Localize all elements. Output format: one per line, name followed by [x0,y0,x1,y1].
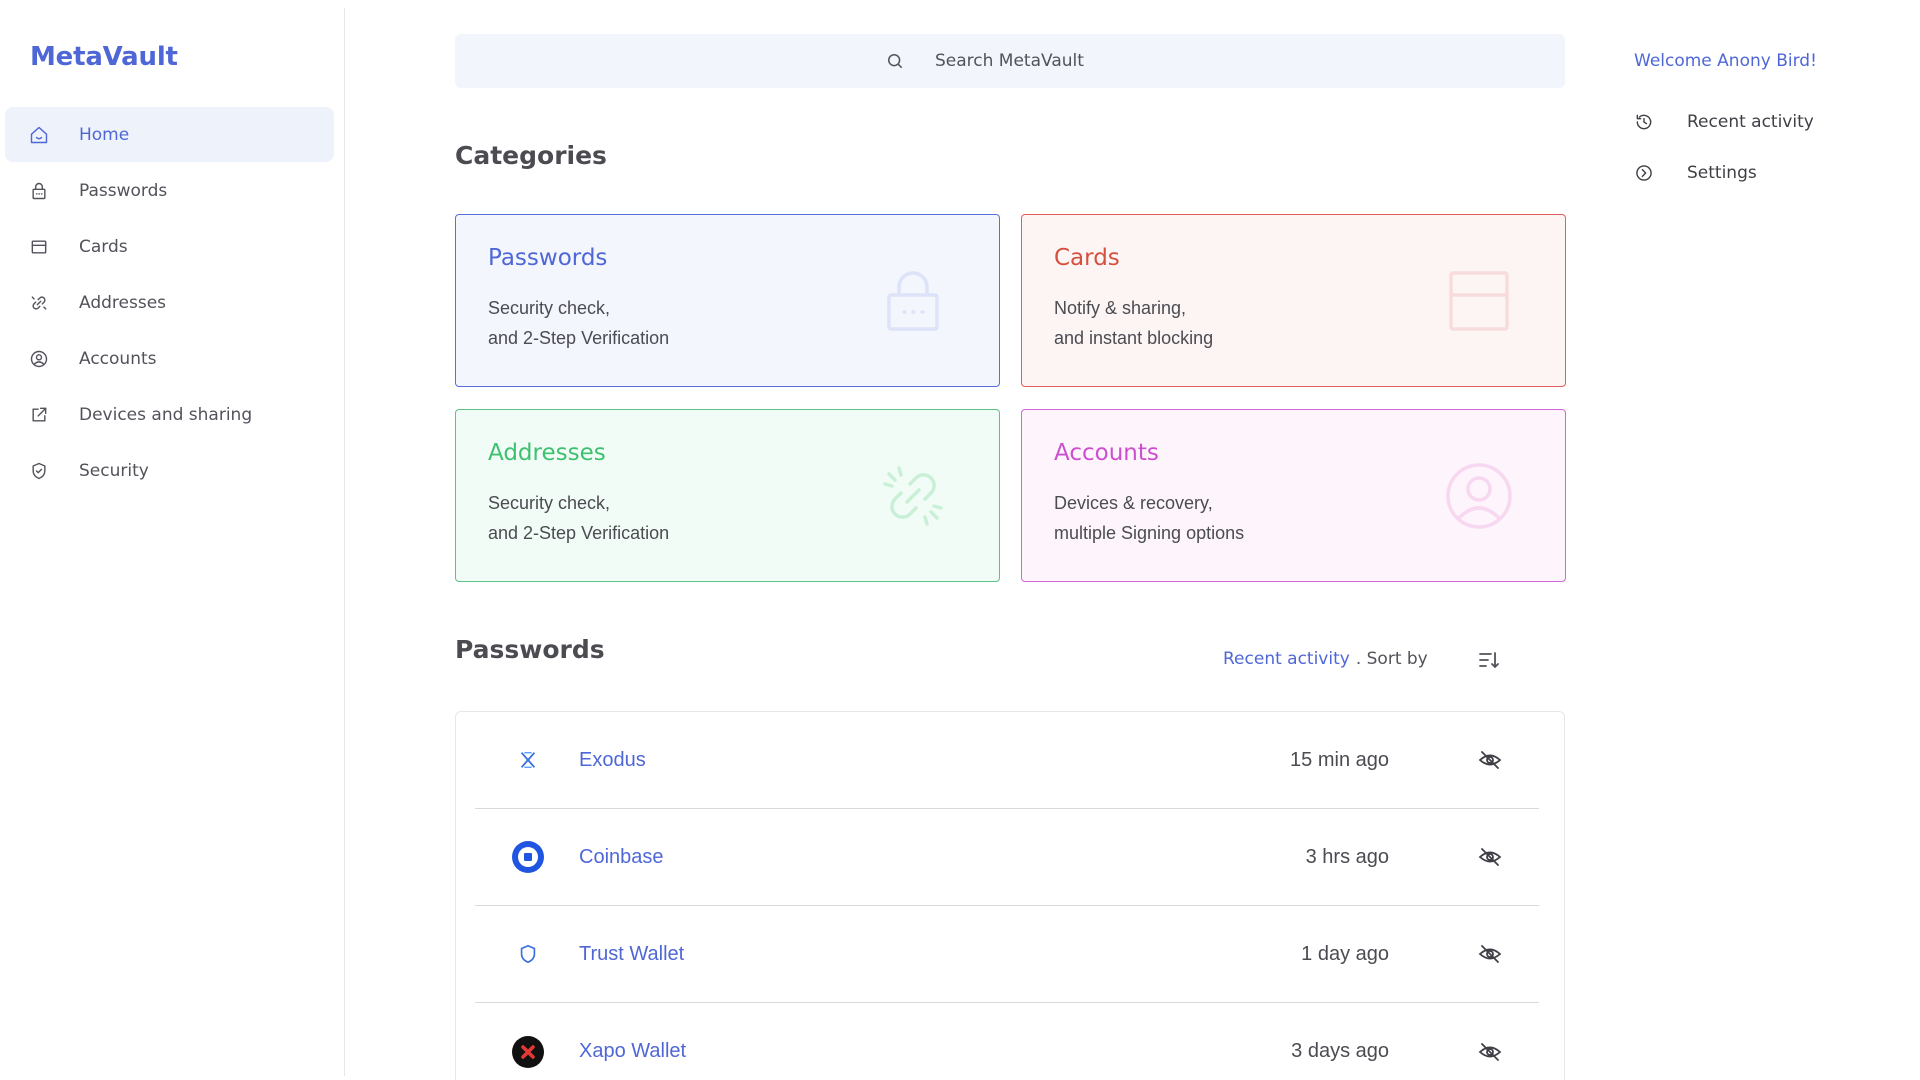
passwords-section-title: Passwords [455,635,605,664]
sidebar-item-label: Cards [79,236,128,257]
category-card-accounts[interactable]: Accounts Devices & recovery, multiple Si… [1021,409,1566,582]
password-time: 1 day ago [1301,942,1389,965]
eye-off-icon[interactable] [1477,1039,1503,1065]
link-icon [28,292,50,314]
search-input[interactable] [935,51,1135,71]
list-item[interactable]: Coinbase 3 hrs ago [475,809,1539,906]
trust-wallet-logo [511,937,545,971]
password-name[interactable]: Trust Wallet [579,943,684,966]
external-link-icon [28,404,50,426]
eye-off-icon[interactable] [1477,941,1503,967]
sidebar-item-addresses[interactable]: Addresses [5,275,334,330]
home-icon [28,124,50,146]
broken-link-icon [877,460,949,532]
eye-off-icon[interactable] [1477,844,1503,870]
list-item[interactable]: Trust Wallet 1 day ago [475,906,1539,1003]
lock-icon [28,180,50,202]
sort-recent-activity-link[interactable]: Recent activity [1223,649,1350,669]
eye-off-icon[interactable] [1477,747,1503,773]
password-name[interactable]: Exodus [579,749,646,772]
search-bar[interactable] [455,34,1565,88]
sidebar-nav: Home Passwords Cards Addresses Accounts … [5,107,334,499]
history-icon [1634,111,1656,133]
search-icon [885,51,905,71]
password-time: 3 days ago [1291,1040,1389,1062]
app-logo[interactable]: MetaVault [30,42,178,72]
sidebar-item-label: Accounts [79,348,157,369]
sidebar-item-home[interactable]: Home [5,107,334,162]
sidebar-item-security[interactable]: Security [5,443,334,498]
sidebar-item-cards[interactable]: Cards [5,219,334,274]
list-item[interactable]: Exodus 15 min ago [475,712,1539,809]
card-icon [28,236,50,258]
password-name[interactable]: Coinbase [579,846,664,869]
sort-icon[interactable] [1477,648,1501,672]
settings-label: Settings [1687,163,1757,183]
settings-link[interactable]: Settings [1634,162,1757,184]
recent-activity-link[interactable]: Recent activity [1634,111,1814,133]
password-time: 3 hrs ago [1305,845,1389,868]
password-name[interactable]: Xapo Wallet [579,1040,686,1063]
user-circle-icon [1443,460,1515,532]
sidebar-item-passwords[interactable]: Passwords [5,163,334,218]
category-card-passwords[interactable]: Passwords Security check, and 2-Step Ver… [455,214,1000,387]
sidebar-item-devices-and-sharing[interactable]: Devices and sharing [5,387,334,442]
passwords-list: Exodus 15 min ago Coinbase 3 hrs ago Tru… [455,711,1565,1080]
lock-icon [877,265,949,337]
categories-title: Categories [455,141,607,170]
recent-activity-label: Recent activity [1687,112,1814,132]
exodus-logo [511,743,545,777]
sidebar-item-accounts[interactable]: Accounts [5,331,334,386]
xapo-wallet-logo [511,1035,545,1069]
sidebar-item-label: Security [79,460,149,481]
coinbase-logo [511,840,545,874]
shield-icon [28,460,50,482]
card-icon [1443,265,1515,337]
user-circle-icon [28,348,50,370]
password-time: 15 min ago [1290,748,1389,771]
list-item[interactable]: Xapo Wallet 3 days ago [475,1003,1539,1080]
sidebar-item-label: Passwords [79,180,168,201]
sidebar-item-label: Addresses [79,292,167,313]
sidebar-item-label: Home [79,124,130,145]
sort-control: Recent activity . Sort by [1223,649,1428,669]
app-root: MetaVault Home Passwords Cards Addresses… [0,0,1920,1080]
category-card-addresses[interactable]: Addresses Security check, and 2-Step Ver… [455,409,1000,582]
category-card-cards[interactable]: Cards Notify & sharing, and instant bloc… [1021,214,1566,387]
sidebar-item-label: Devices and sharing [79,404,253,425]
welcome-message: Welcome Anony Bird! [1634,51,1817,71]
settings-icon [1634,162,1656,184]
sort-by-label: . Sort by [1355,649,1428,669]
sidebar: MetaVault Home Passwords Cards Addresses… [0,8,345,1076]
